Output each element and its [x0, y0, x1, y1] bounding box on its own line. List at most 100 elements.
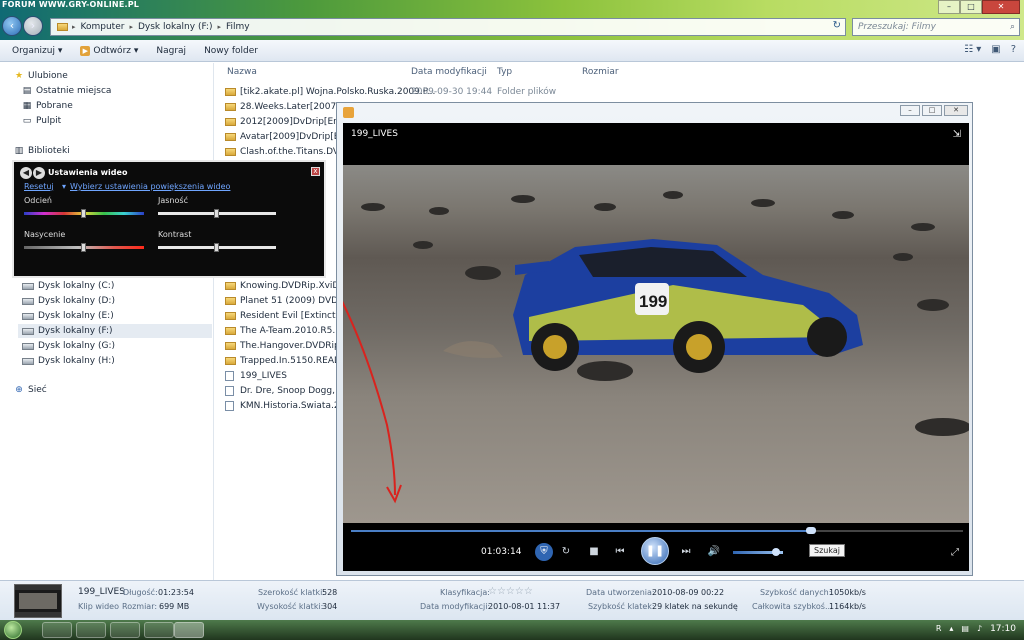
- switch-to-library-icon[interactable]: ⤢: [951, 547, 959, 558]
- file-row[interactable]: 199_LIVES: [225, 369, 287, 383]
- nav-drive-f[interactable]: Dysk lokalny (F:): [18, 324, 212, 338]
- zoom-settings-link[interactable]: Wybierz ustawienia powiększenia wideo: [70, 182, 230, 191]
- nav-favorites[interactable]: ★ Ulubione: [14, 71, 68, 81]
- column-name[interactable]: Nazwa: [227, 67, 257, 77]
- stop-button[interactable]: ■: [585, 543, 603, 561]
- back-arrow-icon[interactable]: ◀: [20, 167, 32, 179]
- column-modified[interactable]: Data modyfikacji: [411, 67, 487, 77]
- taskbar-ie-icon[interactable]: [42, 622, 72, 638]
- close-icon[interactable]: x: [311, 167, 320, 176]
- drive-icon: [22, 357, 34, 365]
- forward-button[interactable]: ›: [23, 16, 43, 36]
- view-options-icon[interactable]: ☷ ▾: [964, 44, 981, 55]
- volume-slider-thumb[interactable]: [771, 548, 780, 556]
- back-button[interactable]: ‹: [2, 16, 22, 36]
- watermark-text: FORUM WWW.GRY-ONLINE.PL: [2, 0, 140, 9]
- desktop-icon: ▭: [22, 116, 32, 126]
- seek-bar-thumb[interactable]: [806, 527, 816, 534]
- folder-icon: [225, 342, 236, 350]
- saturation-slider[interactable]: [24, 243, 144, 252]
- hue-slider-thumb[interactable]: [81, 209, 86, 218]
- video-file-icon: [225, 371, 234, 381]
- nav-libraries[interactable]: ▥ Biblioteki: [14, 146, 70, 156]
- nav-downloads[interactable]: ▦ Pobrane: [22, 101, 73, 111]
- taskbar-opera-icon[interactable]: [144, 622, 174, 638]
- help-icon[interactable]: ?: [1011, 44, 1016, 55]
- start-button[interactable]: [4, 621, 22, 639]
- reset-link[interactable]: Resetuj: [24, 182, 54, 191]
- volume-tray-icon[interactable]: ♪: [977, 624, 982, 634]
- volume-slider[interactable]: [733, 548, 783, 556]
- detail-file-kind: Klip wideo: [78, 602, 119, 611]
- nav-downloads-label: Pobrane: [36, 101, 73, 111]
- minimize-button[interactable]: –: [938, 0, 960, 14]
- taskbar-media-player-icon[interactable]: [174, 622, 204, 638]
- player-minimize-button[interactable]: –: [900, 105, 920, 116]
- taskbar-explorer-icon[interactable]: [76, 622, 106, 638]
- player-close-button[interactable]: ✕: [944, 105, 968, 116]
- contrast-slider[interactable]: [158, 243, 276, 252]
- rating-stars[interactable]: ☆☆☆☆☆: [488, 586, 533, 597]
- nav-recent-places[interactable]: ▤ Ostatnie miejsca: [22, 86, 112, 96]
- file-name: 199_LIVES: [240, 371, 287, 381]
- next-button[interactable]: ⏭: [677, 543, 695, 561]
- nav-drive-c[interactable]: Dysk lokalny (C:): [22, 281, 114, 291]
- search-input[interactable]: Przeszukaj: Filmy ⌕: [852, 18, 1020, 36]
- folder-icon: [225, 312, 236, 320]
- organize-button[interactable]: Organizuj ▾: [12, 46, 62, 56]
- brightness-slider[interactable]: [158, 209, 276, 218]
- repeat-icon[interactable]: ↻: [557, 543, 575, 561]
- saturation-slider-thumb[interactable]: [81, 243, 86, 252]
- brightness-slider-thumb[interactable]: [214, 209, 219, 218]
- nav-drive-h[interactable]: Dysk lokalny (H:): [22, 356, 115, 366]
- seek-bar[interactable]: [351, 527, 963, 534]
- close-button[interactable]: ✕: [982, 0, 1020, 14]
- file-row[interactable]: Knowing.DVDRip.XviD-Di: [225, 279, 352, 293]
- system-tray: R ▴ ▤ ♪ 17:10: [936, 624, 1016, 634]
- modified-value: 2010-08-01 11:37: [488, 602, 561, 611]
- switch-view-icon[interactable]: ⇲: [953, 129, 961, 140]
- clock[interactable]: 17:10: [990, 624, 1016, 634]
- hue-slider[interactable]: [24, 209, 144, 218]
- nav-drive-e[interactable]: Dysk lokalny (E:): [22, 311, 114, 321]
- pause-button[interactable]: ❚❚: [641, 537, 669, 565]
- burn-button[interactable]: Nagraj: [156, 46, 186, 56]
- new-folder-button[interactable]: Nowy folder: [204, 46, 258, 56]
- language-indicator[interactable]: R: [936, 624, 942, 634]
- file-row[interactable]: [tik2.akate.pl] Wojna.Polsko.Ruska.2009.…: [225, 85, 556, 99]
- breadcrumb-drive[interactable]: Dysk lokalny (F:): [138, 22, 213, 32]
- tray-arrow-icon[interactable]: ▴: [949, 624, 953, 634]
- network-tray-icon[interactable]: ▤: [961, 624, 969, 634]
- search-icon[interactable]: ⌕: [1010, 19, 1015, 35]
- window-titlebar: FORUM WWW.GRY-ONLINE.PL – □ ✕ ‹ › ▸ Komp…: [0, 0, 1024, 40]
- refresh-icon[interactable]: ↻: [833, 20, 841, 31]
- nav-network[interactable]: ⊕ Sieć: [14, 385, 46, 395]
- video-frame[interactable]: 199: [343, 165, 969, 523]
- breadcrumb-folder[interactable]: Filmy: [226, 22, 250, 32]
- column-type[interactable]: Typ: [497, 67, 512, 77]
- previous-button[interactable]: ⏮: [611, 543, 629, 561]
- forward-arrow-icon[interactable]: ▶: [33, 167, 45, 179]
- taskbar-media-center-icon[interactable]: [110, 622, 140, 638]
- breadcrumb-computer[interactable]: Komputer: [81, 22, 125, 32]
- player-maximize-button[interactable]: □: [922, 105, 942, 116]
- nav-drive-g[interactable]: Dysk lokalny (G:): [22, 341, 115, 351]
- player-screen[interactable]: 199_LIVES ⇲ 199 01:03:14 ⛨ ↻ ■ ⏮ ❚❚ ⏭ 🔊 …: [343, 123, 969, 571]
- address-bar[interactable]: ▸ Komputer ▸ Dysk lokalny (F:) ▸ Filmy ↻: [50, 18, 846, 36]
- shuffle-icon[interactable]: ⛨: [535, 543, 553, 561]
- open-button[interactable]: ▶ Odtwórz ▾: [80, 45, 138, 56]
- nav-drive-d[interactable]: Dysk lokalny (D:): [22, 296, 115, 306]
- film-strip-icon: [15, 585, 61, 617]
- nav-desktop[interactable]: ▭ Pulpit: [22, 116, 61, 126]
- contrast-slider-thumb[interactable]: [214, 243, 219, 252]
- nav-drive-label: Dysk lokalny (E:): [38, 311, 114, 321]
- preview-pane-icon[interactable]: ▣: [991, 44, 1000, 55]
- maximize-button[interactable]: □: [960, 0, 982, 14]
- media-player-icon: [343, 107, 354, 118]
- frame-width-value: 528: [322, 588, 338, 597]
- command-toolbar: Organizuj ▾ ▶ Odtwórz ▾ Nagraj Nowy fold…: [0, 40, 1024, 62]
- column-size[interactable]: Rozmiar: [582, 67, 619, 77]
- volume-icon[interactable]: 🔊: [705, 543, 723, 561]
- nav-drive-label: Dysk lokalny (D:): [38, 296, 115, 306]
- totalrate-value: 1164kb/s: [829, 602, 866, 611]
